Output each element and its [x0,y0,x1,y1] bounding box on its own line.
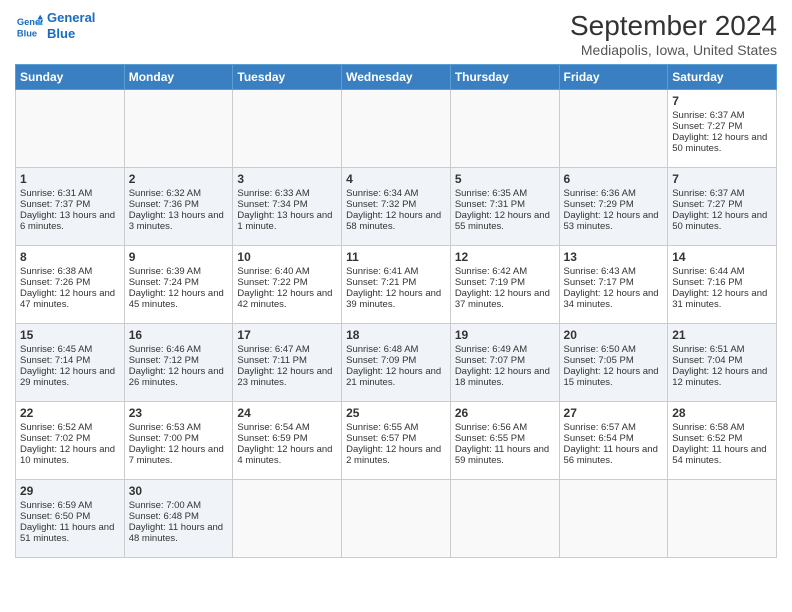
day-num: 8 [20,250,120,264]
day-num: 16 [129,328,229,342]
cell-empty-4 [342,90,451,168]
day-num: 26 [455,406,555,420]
day-num: 28 [672,406,772,420]
cell-sep-9: 9 Sunrise: 6:39 AMSunset: 7:24 PMDayligh… [124,246,233,324]
cell-sep-29: 29 Sunrise: 6:59 AMSunset: 6:50 PMDaylig… [16,480,125,558]
cell-sep-10: 10 Sunrise: 6:40 AMSunset: 7:22 PMDaylig… [233,246,342,324]
day-num: 14 [672,250,772,264]
cell-sep-23: 23 Sunrise: 6:53 AMSunset: 7:00 PMDaylig… [124,402,233,480]
day-num: 20 [564,328,664,342]
cell-sep-7: 7 Sunrise: 6:37 AMSunset: 7:27 PMDayligh… [668,90,777,168]
day-num: 3 [237,172,337,186]
day-num: 7 [672,94,772,108]
cell-sep-11: 11 Sunrise: 6:41 AMSunset: 7:21 PMDaylig… [342,246,451,324]
week-3: 8 Sunrise: 6:38 AMSunset: 7:26 PMDayligh… [16,246,777,324]
day-num: 25 [346,406,446,420]
day-num: 18 [346,328,446,342]
cell-sep-25: 25 Sunrise: 6:55 AMSunset: 6:57 PMDaylig… [342,402,451,480]
cell-sep-7b: 7 Sunrise: 6:37 AMSunset: 7:27 PMDayligh… [668,168,777,246]
day-num: 12 [455,250,555,264]
col-wednesday: Wednesday [342,65,451,90]
logo-text: General Blue [47,10,95,41]
day-num: 13 [564,250,664,264]
header-row: Sunday Monday Tuesday Wednesday Thursday… [16,65,777,90]
title-area: September 2024 Mediapolis, Iowa, United … [570,10,777,58]
day-num: 22 [20,406,120,420]
cell-sep-26: 26 Sunrise: 6:56 AMSunset: 6:55 PMDaylig… [450,402,559,480]
cell-sep-27: 27 Sunrise: 6:57 AMSunset: 6:54 PMDaylig… [559,402,668,480]
cell-empty-w6-4 [342,480,451,558]
day-num: 9 [129,250,229,264]
cell-sep-8: 8 Sunrise: 6:38 AMSunset: 7:26 PMDayligh… [16,246,125,324]
day-num: 21 [672,328,772,342]
week-5: 22 Sunrise: 6:52 AMSunset: 7:02 PMDaylig… [16,402,777,480]
cell-empty-2 [124,90,233,168]
cell-sep-30: 30 Sunrise: 7:00 AMSunset: 6:48 PMDaylig… [124,480,233,558]
day-num: 15 [20,328,120,342]
day-num: 30 [129,484,229,498]
header: General Blue General Blue September 2024… [15,10,777,58]
day-num: 11 [346,250,446,264]
day-num: 23 [129,406,229,420]
week-6: 29 Sunrise: 6:59 AMSunset: 6:50 PMDaylig… [16,480,777,558]
location: Mediapolis, Iowa, United States [570,42,777,58]
cell-sep-19: 19 Sunrise: 6:49 AMSunset: 7:07 PMDaylig… [450,324,559,402]
cell-empty-3 [233,90,342,168]
cell-sep-2: 2 Sunrise: 6:32 AMSunset: 7:36 PMDayligh… [124,168,233,246]
day-num: 27 [564,406,664,420]
cell-sep-14: 14 Sunrise: 6:44 AMSunset: 7:16 PMDaylig… [668,246,777,324]
day-num: 24 [237,406,337,420]
cell-empty-w6-7 [668,480,777,558]
col-monday: Monday [124,65,233,90]
cell-sep-18: 18 Sunrise: 6:48 AMSunset: 7:09 PMDaylig… [342,324,451,402]
day-num: 1 [20,172,120,186]
day-num: 29 [20,484,120,498]
cell-sep-24: 24 Sunrise: 6:54 AMSunset: 6:59 PMDaylig… [233,402,342,480]
col-tuesday: Tuesday [233,65,342,90]
cell-empty-6 [559,90,668,168]
cell-sep-20: 20 Sunrise: 6:50 AMSunset: 7:05 PMDaylig… [559,324,668,402]
col-thursday: Thursday [450,65,559,90]
col-saturday: Saturday [668,65,777,90]
cell-sep-16: 16 Sunrise: 6:46 AMSunset: 7:12 PMDaylig… [124,324,233,402]
calendar-table: Sunday Monday Tuesday Wednesday Thursday… [15,64,777,558]
cell-sep-5: 5 Sunrise: 6:35 AMSunset: 7:31 PMDayligh… [450,168,559,246]
cell-empty-5 [450,90,559,168]
day-num: 6 [564,172,664,186]
col-sunday: Sunday [16,65,125,90]
logo: General Blue General Blue [15,10,95,41]
cell-sep-22: 22 Sunrise: 6:52 AMSunset: 7:02 PMDaylig… [16,402,125,480]
week-1: 7 Sunrise: 6:37 AMSunset: 7:27 PMDayligh… [16,90,777,168]
day-num: 5 [455,172,555,186]
day-num: 7 [672,172,772,186]
month-title: September 2024 [570,10,777,42]
cell-empty-w6-5 [450,480,559,558]
day-num: 19 [455,328,555,342]
day-num: 10 [237,250,337,264]
day-num: 4 [346,172,446,186]
logo-icon: General Blue [15,12,43,40]
page: General Blue General Blue September 2024… [0,0,792,612]
cell-empty-w6-6 [559,480,668,558]
col-friday: Friday [559,65,668,90]
cell-sep-28: 28 Sunrise: 6:58 AMSunset: 6:52 PMDaylig… [668,402,777,480]
cell-sep-6: 6 Sunrise: 6:36 AMSunset: 7:29 PMDayligh… [559,168,668,246]
cell-sep-15: 15 Sunrise: 6:45 AMSunset: 7:14 PMDaylig… [16,324,125,402]
cell-sep-12: 12 Sunrise: 6:42 AMSunset: 7:19 PMDaylig… [450,246,559,324]
day-num: 2 [129,172,229,186]
cell-empty-w6-3 [233,480,342,558]
cell-sep-3: 3 Sunrise: 6:33 AMSunset: 7:34 PMDayligh… [233,168,342,246]
day-num: 17 [237,328,337,342]
cell-sep-21: 21 Sunrise: 6:51 AMSunset: 7:04 PMDaylig… [668,324,777,402]
cell-sep-4: 4 Sunrise: 6:34 AMSunset: 7:32 PMDayligh… [342,168,451,246]
cell-sep-13: 13 Sunrise: 6:43 AMSunset: 7:17 PMDaylig… [559,246,668,324]
cell-empty-1 [16,90,125,168]
cell-sep-17: 17 Sunrise: 6:47 AMSunset: 7:11 PMDaylig… [233,324,342,402]
week-4: 15 Sunrise: 6:45 AMSunset: 7:14 PMDaylig… [16,324,777,402]
week-2: 1 Sunrise: 6:31 AMSunset: 7:37 PMDayligh… [16,168,777,246]
cell-sep-1: 1 Sunrise: 6:31 AMSunset: 7:37 PMDayligh… [16,168,125,246]
svg-text:Blue: Blue [17,28,37,38]
